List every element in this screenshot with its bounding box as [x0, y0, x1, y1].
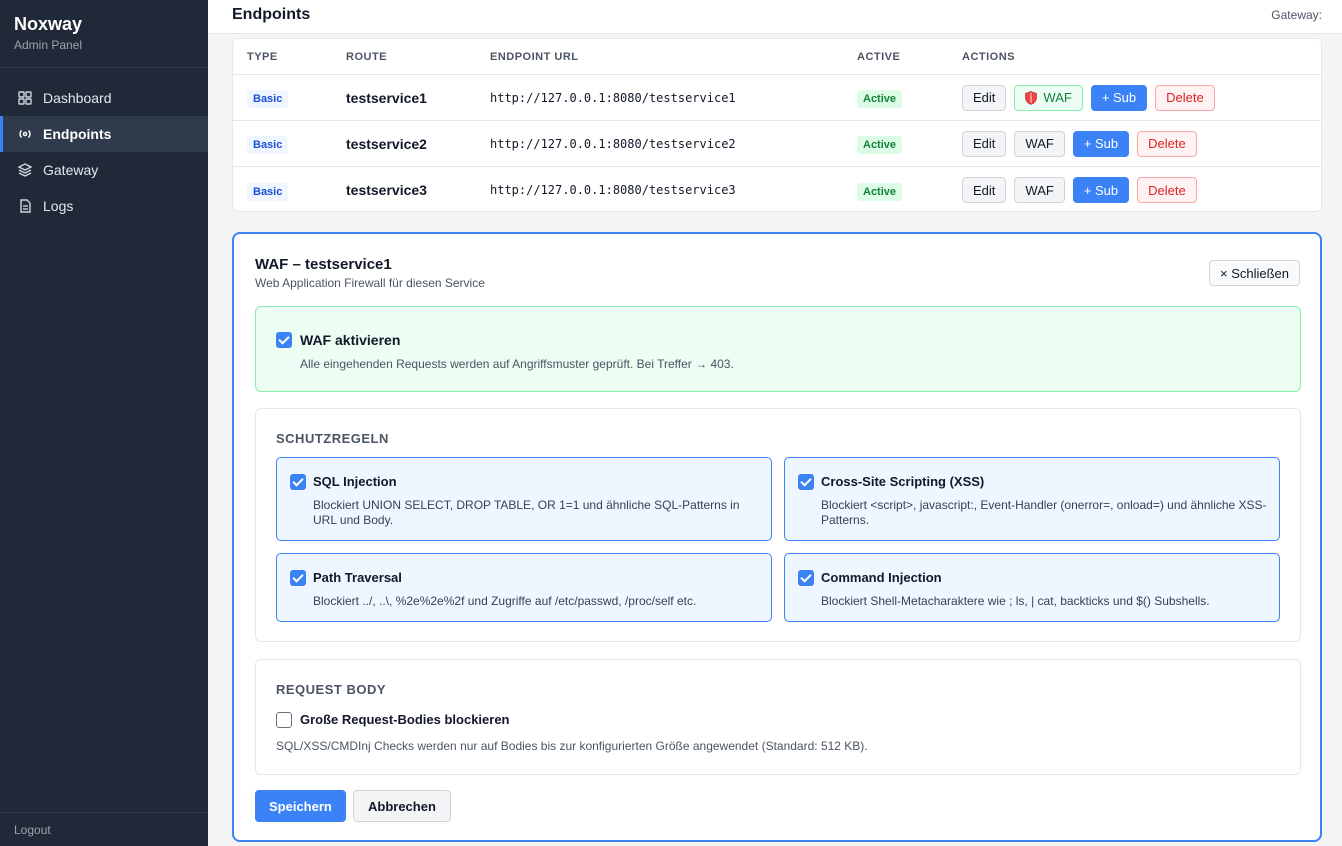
row-actions: Edit WAF + Sub Delete — [962, 130, 1205, 157]
column-header-route: ROUTE — [346, 50, 387, 63]
shield-icon — [1025, 90, 1038, 105]
add-sub-button[interactable]: + Sub — [1072, 130, 1130, 157]
sidebar-item-endpoints[interactable]: Endpoints — [0, 116, 208, 152]
add-sub-button[interactable]: + Sub — [1072, 177, 1130, 203]
rule-command-injection[interactable]: Command Injection Blockiert Shell-Metach… — [784, 553, 1280, 622]
status-badge: Active — [857, 136, 903, 154]
top-header: Endpoints Gateway: — [208, 0, 1342, 34]
gateway-label: Gateway: — [1271, 8, 1322, 22]
table-row: Basic testservice3 http://127.0.0.1:8080… — [233, 167, 1321, 211]
endpoint-url: http://127.0.0.1:8080/testservice1 — [490, 90, 736, 105]
column-header-active: ACTIVE — [857, 50, 901, 63]
endpoint-url: http://127.0.0.1:8080/testservice2 — [490, 136, 736, 151]
status-badge: Active — [857, 90, 903, 108]
rule-title: Path Traversal — [313, 570, 402, 585]
delete-button[interactable]: Delete — [1137, 130, 1197, 157]
column-header-url: ENDPOINT URL — [490, 50, 579, 63]
column-header-actions: ACTIONS — [962, 50, 1015, 63]
edit-button[interactable]: Edit — [962, 177, 1007, 203]
delete-button[interactable]: Delete — [1137, 177, 1197, 203]
rule-xss[interactable]: Cross-Site Scripting (XSS) Blockiert <sc… — [784, 457, 1280, 541]
block-large-bodies-label: Große Request-Bodies blockieren — [300, 712, 510, 727]
row-actions: Edit WAF + Sub Delete — [962, 84, 1223, 111]
table-row: Basic testservice1 http://127.0.0.1:8080… — [233, 75, 1321, 121]
sidebar-item-label: Endpoints — [43, 126, 112, 142]
rule-title: Command Injection — [821, 570, 942, 585]
close-button[interactable]: × Schließen — [1208, 260, 1300, 286]
delete-button[interactable]: Delete — [1155, 84, 1215, 111]
waf-panel-subtitle: Web Application Firewall für diesen Serv… — [255, 276, 485, 290]
rule-description: Blockiert UNION SELECT, DROP TABLE, OR 1… — [313, 498, 740, 527]
protection-rules-section: SCHUTZREGELN SQL Injection Blockiert UNI… — [255, 408, 1301, 642]
rule-sql-injection[interactable]: SQL Injection Blockiert UNION SELECT, DR… — [276, 457, 772, 541]
table-header: TYPE ROUTE ENDPOINT URL ACTIVE ACTIONS — [233, 39, 1321, 75]
brand-subtitle: Admin Panel — [14, 38, 83, 52]
waf-enable-description: Alle eingehenden Requests werden auf Ang… — [300, 357, 734, 371]
waf-enable-label: WAF aktivieren — [300, 332, 401, 348]
sidebar-item-logs[interactable]: Logs — [0, 188, 208, 224]
rule-title: Cross-Site Scripting (XSS) — [821, 474, 985, 489]
cancel-button[interactable]: Abbrechen — [353, 790, 451, 822]
request-body-section: REQUEST BODY Große Request-Bodies blocki… — [255, 659, 1301, 775]
endpoints-table: TYPE ROUTE ENDPOINT URL ACTIVE ACTIONS B… — [232, 38, 1322, 212]
rule-title: SQL Injection — [313, 474, 397, 489]
route-name: testservice2 — [346, 135, 427, 152]
type-badge: Basic — [247, 90, 289, 108]
waf-button[interactable]: WAF — [1014, 130, 1065, 157]
sidebar-item-label: Logs — [43, 198, 74, 214]
rule-description: Blockiert Shell-Metacharaktere wie ; ls,… — [821, 594, 1210, 608]
add-sub-button[interactable]: + Sub — [1090, 84, 1148, 111]
logout-link[interactable]: Logout — [0, 812, 208, 846]
rule-description: Blockiert <script>, javascript:, Event-H… — [821, 498, 1267, 527]
save-button[interactable]: Speichern — [255, 790, 346, 822]
block-large-bodies-checkbox[interactable] — [276, 712, 292, 728]
rule-checkbox[interactable] — [798, 474, 814, 490]
layers-icon — [17, 162, 33, 178]
waf-button[interactable]: WAF — [1014, 84, 1083, 111]
section-title: REQUEST BODY — [276, 682, 387, 697]
type-badge: Basic — [247, 182, 289, 201]
sidebar-item-label: Dashboard — [43, 90, 112, 106]
rule-checkbox[interactable] — [798, 570, 814, 586]
sidebar: Noxway Admin Panel Dashboard Endpoints G… — [0, 0, 208, 846]
section-title: SCHUTZREGELN — [276, 431, 389, 446]
column-header-type: TYPE — [247, 50, 278, 63]
edit-button[interactable]: Edit — [962, 130, 1007, 157]
grid-icon — [17, 90, 33, 106]
edit-button[interactable]: Edit — [962, 84, 1007, 111]
request-body-description: SQL/XSS/CMDInj Checks werden nur auf Bod… — [276, 739, 868, 753]
route-name: testservice3 — [346, 182, 427, 198]
sidebar-item-dashboard[interactable]: Dashboard — [0, 80, 208, 116]
table-row: Basic testservice2 http://127.0.0.1:8080… — [233, 121, 1321, 167]
broadcast-icon — [17, 126, 33, 142]
rule-path-traversal[interactable]: Path Traversal Blockiert ../, ..\, %2e%2… — [276, 553, 772, 622]
status-badge: Active — [857, 182, 903, 201]
waf-panel: WAF – testservice1 Web Application Firew… — [232, 232, 1322, 842]
waf-button[interactable]: WAF — [1014, 177, 1065, 203]
sidebar-nav: Dashboard Endpoints Gateway Logs — [0, 80, 208, 224]
brand: Noxway Admin Panel — [0, 0, 208, 68]
route-name: testservice1 — [346, 89, 427, 106]
waf-button-label: WAF — [1043, 90, 1072, 105]
document-icon — [17, 198, 33, 214]
sidebar-item-gateway[interactable]: Gateway — [0, 152, 208, 188]
endpoint-url: http://127.0.0.1:8080/testservice3 — [490, 183, 736, 197]
type-badge: Basic — [247, 136, 289, 154]
row-actions: Edit WAF + Sub Delete — [962, 177, 1205, 203]
rule-checkbox[interactable] — [290, 570, 306, 586]
page-title: Endpoints — [232, 6, 311, 23]
waf-enable-checkbox[interactable] — [276, 332, 292, 348]
sidebar-item-label: Gateway — [43, 162, 99, 178]
waf-panel-title: WAF – testservice1 — [255, 256, 392, 273]
rule-checkbox[interactable] — [290, 474, 306, 490]
waf-enable-box: WAF aktivieren Alle eingehenden Requests… — [255, 306, 1301, 392]
rule-description: Blockiert ../, ..\, %2e%2e%2f und Zugrif… — [313, 594, 697, 608]
brand-name: Noxway — [14, 14, 83, 34]
